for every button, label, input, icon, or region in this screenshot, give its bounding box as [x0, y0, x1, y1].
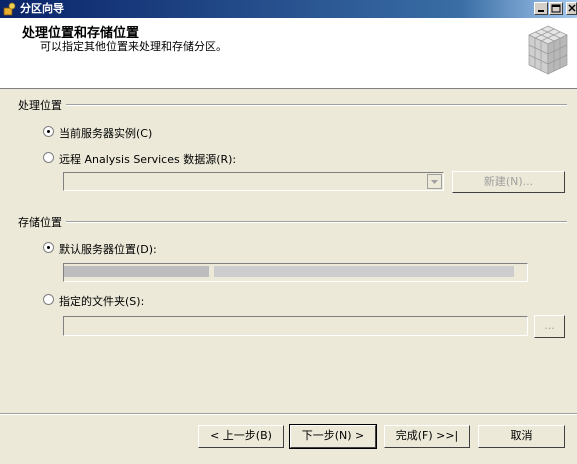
cube-icon: [528, 25, 568, 75]
default-location-field: [63, 263, 528, 282]
radio-default-location-label: 默认服务器位置(D):: [59, 243, 157, 256]
processing-group-label: 处理位置: [18, 97, 66, 113]
redacted-path: [214, 266, 514, 277]
new-datasource-button[interactable]: 新建(N)...: [452, 171, 565, 193]
back-button[interactable]: < 上一步(B): [198, 425, 284, 448]
page-subtitle: 可以指定其他位置来处理和存储分区。: [40, 40, 227, 53]
close-icon: [568, 4, 576, 12]
radio-current-server-button[interactable]: [43, 126, 54, 137]
minimize-icon: [538, 10, 544, 12]
processing-group-line: [18, 104, 567, 106]
browse-folder-button[interactable]: ...: [534, 315, 565, 338]
radio-remote-source-button[interactable]: [43, 152, 54, 163]
remote-datasource-combo[interactable]: [63, 172, 444, 191]
radio-specified-folder-label: 指定的文件夹(S):: [59, 295, 145, 308]
chevron-down-icon: [431, 180, 438, 184]
radio-remote-source-label: 远程 Analysis Services 数据源(R):: [59, 153, 237, 166]
footer-separator: [0, 413, 577, 415]
window-title: 分区向导: [20, 2, 64, 15]
redacted-path: [64, 266, 209, 277]
wizard-app-icon: [3, 2, 17, 16]
maximize-button[interactable]: [549, 2, 563, 15]
storage-group-line: [18, 221, 567, 223]
title-bar[interactable]: 分区向导: [0, 0, 577, 18]
wizard-header: 处理位置和存储位置 可以指定其他位置来处理和存储分区。: [0, 18, 577, 89]
maximize-icon: [551, 4, 561, 13]
radio-current-server-label: 当前服务器实例(C): [59, 127, 153, 140]
specified-folder-input[interactable]: [63, 316, 528, 336]
next-button[interactable]: 下一步(N) >: [289, 424, 377, 449]
cancel-button[interactable]: 取消: [478, 425, 565, 448]
minimize-button[interactable]: [534, 2, 548, 15]
storage-group-label: 存储位置: [18, 214, 66, 230]
finish-button[interactable]: 完成(F) >>|: [384, 425, 470, 448]
close-button[interactable]: [566, 2, 577, 15]
radio-default-location-button[interactable]: [43, 242, 54, 253]
combo-dropdown-button[interactable]: [427, 174, 442, 189]
radio-specified-folder-button[interactable]: [43, 294, 54, 305]
